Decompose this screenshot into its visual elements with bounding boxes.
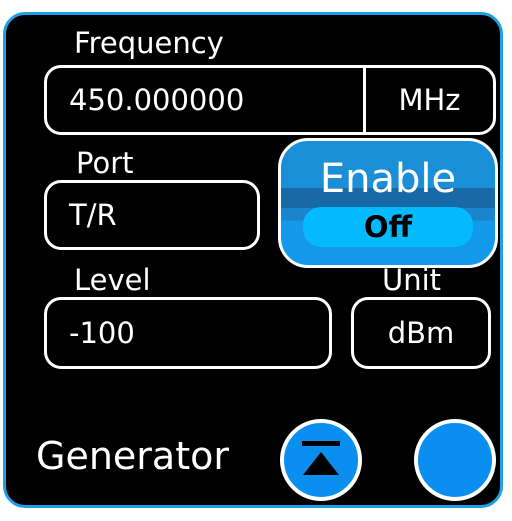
- unit-label: Unit: [382, 263, 442, 297]
- enable-state: Off: [363, 210, 413, 244]
- frequency-label: Frequency: [74, 26, 224, 60]
- collapse-up-icon: [302, 441, 340, 475]
- enable-toggle-button[interactable]: Enable Off: [278, 138, 498, 268]
- round-button[interactable]: [414, 419, 496, 501]
- unit-value: dBm: [387, 316, 455, 350]
- enable-label: Enable: [319, 156, 457, 202]
- port-label: Port: [76, 146, 134, 180]
- port-field[interactable]: T/R: [44, 180, 260, 250]
- level-field[interactable]: -100: [44, 297, 332, 369]
- port-value: T/R: [69, 198, 117, 232]
- frequency-value: 450.000000: [69, 83, 245, 117]
- unit-field[interactable]: dBm: [351, 297, 491, 369]
- signal-generator-panel: Frequency 450.000000 MHz Port T/R Enable…: [3, 12, 503, 508]
- level-label: Level: [74, 263, 151, 297]
- level-value: -100: [69, 316, 135, 350]
- frequency-unit[interactable]: MHz: [366, 83, 493, 117]
- collapse-button[interactable]: [280, 419, 362, 501]
- circle-icon: [418, 423, 492, 497]
- frequency-field[interactable]: 450.000000 MHz: [44, 65, 496, 135]
- generator-label: Generator: [36, 434, 229, 478]
